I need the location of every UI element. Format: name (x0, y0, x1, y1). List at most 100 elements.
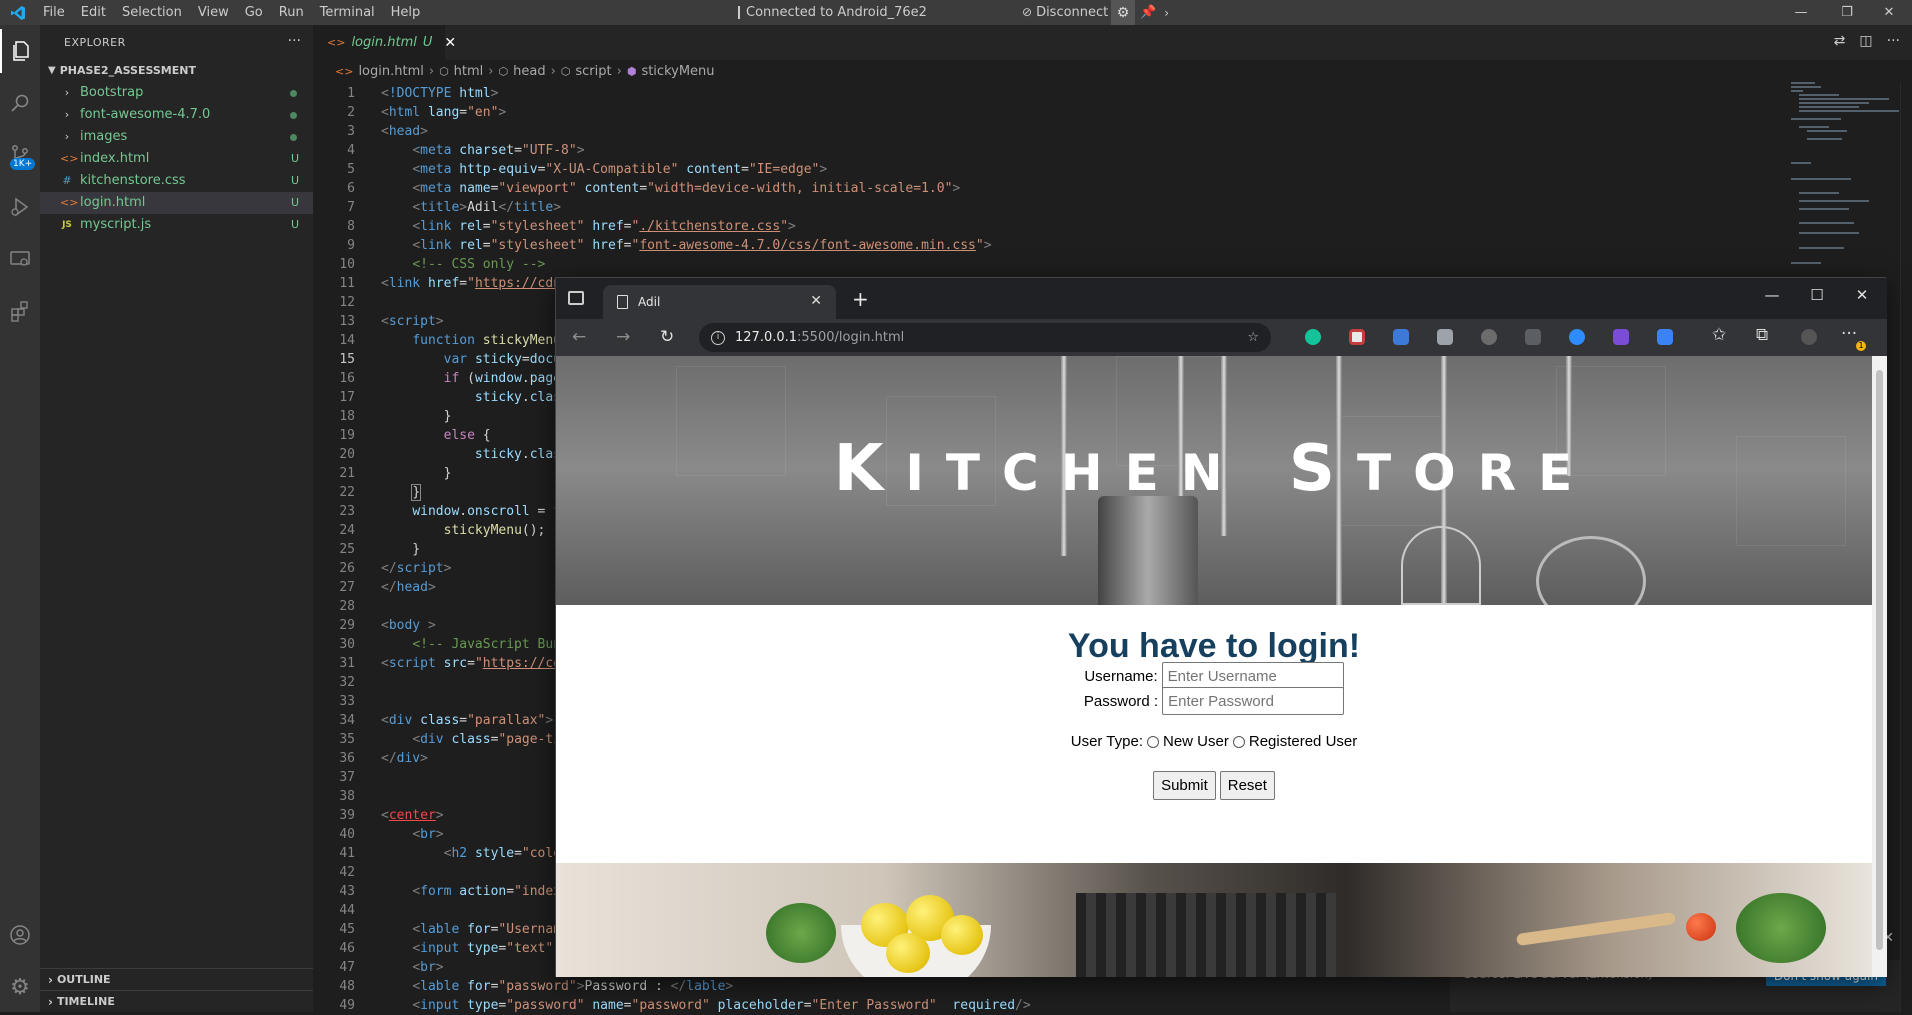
forward-button[interactable]: → (616, 327, 630, 347)
shield-extension-icon[interactable] (1613, 329, 1629, 345)
code-text: <div class="page-ti (412, 732, 562, 747)
menu-terminal[interactable]: Terminal (312, 0, 383, 25)
code-text: <div class="parallax"> (381, 713, 554, 728)
collections-icon[interactable]: ⧉ (1756, 325, 1768, 345)
lemon-image (941, 915, 983, 955)
code-text: <script> (381, 314, 444, 329)
chevron-right-icon[interactable]: › (1164, 6, 1169, 20)
site-info-icon[interactable]: i (711, 330, 725, 345)
profile-avatar[interactable] (1801, 329, 1817, 345)
tab-manager-extension-icon[interactable] (1525, 329, 1541, 345)
outline-label: OUTLINE (56, 972, 111, 986)
project-folder-header[interactable]: ▼ PHASE2_ASSESSMENT (40, 60, 313, 82)
search-button[interactable] (0, 81, 40, 125)
favorites-icon[interactable]: ✩ (1712, 325, 1726, 345)
add-favorite-icon[interactable]: ☆ (1247, 330, 1259, 345)
web-page: KITCHEN STORE You have to login! Usernam… (556, 356, 1872, 977)
minimize-button[interactable]: — (1778, 0, 1824, 25)
close-window-button[interactable]: ✕ (1866, 0, 1912, 25)
explorer-button[interactable] (0, 29, 40, 73)
breadcrumb-item[interactable]: stickyMenu (641, 64, 714, 79)
accounts-button[interactable] (0, 913, 40, 957)
browser-close-button[interactable]: ✕ (1852, 286, 1872, 304)
pocket-extension-icon[interactable] (1349, 329, 1365, 345)
new-user-radio[interactable] (1147, 735, 1159, 748)
extensions-button[interactable] (0, 289, 40, 333)
breadcrumb-item[interactable]: html (454, 64, 484, 79)
translate-extension-icon[interactable] (1393, 329, 1409, 345)
git-status-badge: U (290, 218, 299, 231)
menu-run[interactable]: Run (271, 0, 312, 25)
pin-icon[interactable]: 📌 (1140, 5, 1156, 20)
settings-gear-button[interactable]: ⚙ (1111, 0, 1135, 25)
breadcrumb-item[interactable]: login.html (358, 64, 423, 79)
menu-edit[interactable]: Edit (73, 0, 114, 25)
menu-selection[interactable]: Selection (114, 0, 190, 25)
back-button[interactable]: ← (572, 327, 586, 347)
breadcrumb-item[interactable]: head (513, 64, 545, 79)
grammarly-extension-icon[interactable] (1305, 329, 1321, 345)
cloud-extension-icon[interactable] (1481, 329, 1497, 345)
more-menu-icon[interactable]: ··· (1841, 324, 1857, 344)
tree-item-login-html[interactable]: <> login.html U (40, 192, 313, 214)
password-input[interactable] (1162, 687, 1345, 715)
tree-item-images[interactable]: › images (40, 126, 313, 148)
page-scrollbar[interactable] (1872, 356, 1887, 977)
vscode-logo-icon (0, 0, 35, 25)
chevron-right-icon: › (64, 86, 70, 99)
tree-item-myscript-js[interactable]: JS myscript.js U (40, 214, 313, 236)
source-control-button[interactable] (0, 133, 40, 177)
git-status-badge: U (290, 152, 299, 165)
more-actions-icon[interactable]: ··· (288, 33, 301, 49)
tree-item-index-html[interactable]: <> index.html U (40, 148, 313, 170)
timeline-section[interactable]: › TIMELINE (40, 990, 313, 1012)
tab-login-html[interactable]: <> login.html U ✕ (313, 25, 456, 60)
breadcrumb-item[interactable]: script (575, 64, 611, 79)
browser-toolbar: ← → ↻ i 127.0.0.1:5500/login.html ☆ ✩ ⧉ … (556, 319, 1887, 356)
submit-button[interactable]: Submit (1153, 771, 1216, 800)
scrollbar-thumb[interactable] (1876, 370, 1883, 950)
menu-go[interactable]: Go (237, 0, 271, 25)
registered-user-radio[interactable] (1232, 735, 1245, 748)
browser-maximize-button[interactable]: ☐ (1807, 286, 1827, 304)
remote-explorer-button[interactable] (0, 237, 40, 281)
line-number: 3 (347, 124, 355, 139)
browser-tab[interactable]: Adil ✕ (603, 285, 836, 319)
disconnect-button[interactable]: ⊘ Disconnect (1022, 0, 1108, 25)
code-text: stickyMenu(); (443, 523, 546, 538)
chevron-right-icon: › (64, 108, 70, 121)
restore-button[interactable]: ❐ (1824, 0, 1870, 25)
username-input[interactable] (1161, 662, 1344, 690)
tab-actions-icon[interactable] (568, 291, 584, 305)
manage-button[interactable]: ⚙ (0, 965, 40, 1009)
close-tab-icon[interactable]: ✕ (444, 35, 456, 51)
hero-banner: KITCHEN STORE (556, 356, 1872, 605)
run-debug-button[interactable] (0, 185, 40, 229)
line-number: 42 (339, 865, 355, 880)
line-number: 37 (339, 770, 355, 785)
menu-file[interactable]: File (35, 0, 73, 25)
reload-button[interactable]: ↻ (660, 327, 674, 347)
password-label: Password : (1083, 692, 1159, 710)
reset-button[interactable]: Reset (1219, 771, 1275, 800)
split-editor-icon[interactable]: ◫ (1859, 33, 1872, 49)
editor-scrollbar[interactable] (1900, 82, 1912, 1012)
screenshot-extension-icon[interactable] (1437, 329, 1453, 345)
address-bar[interactable]: i 127.0.0.1:5500/login.html ☆ (699, 323, 1271, 352)
menu-help[interactable]: Help (383, 0, 429, 25)
browser-minimize-button[interactable]: — (1762, 286, 1782, 304)
menu-view[interactable]: View (190, 0, 237, 25)
code-text: <br> (412, 960, 444, 975)
minimap[interactable] (1777, 82, 1899, 282)
remote-status[interactable]: Connected to Android_76e2 (738, 0, 927, 25)
tree-item-kitchenstore-css[interactable]: # kitchenstore.css U (40, 170, 313, 192)
open-changes-icon[interactable]: ⇄ (1834, 33, 1846, 49)
tree-item-bootstrap[interactable]: › Bootstrap (40, 82, 313, 104)
zoom-extension-icon[interactable] (1569, 329, 1585, 345)
new-tab-button[interactable]: + (852, 287, 869, 311)
tree-item-font-awesome[interactable]: › font-awesome-4.7.0 (40, 104, 313, 126)
more-actions-icon[interactable]: ··· (1887, 33, 1900, 49)
close-tab-icon[interactable]: ✕ (810, 293, 822, 309)
outline-section[interactable]: › OUTLINE (40, 968, 313, 990)
screen-extension-icon[interactable] (1657, 329, 1673, 345)
